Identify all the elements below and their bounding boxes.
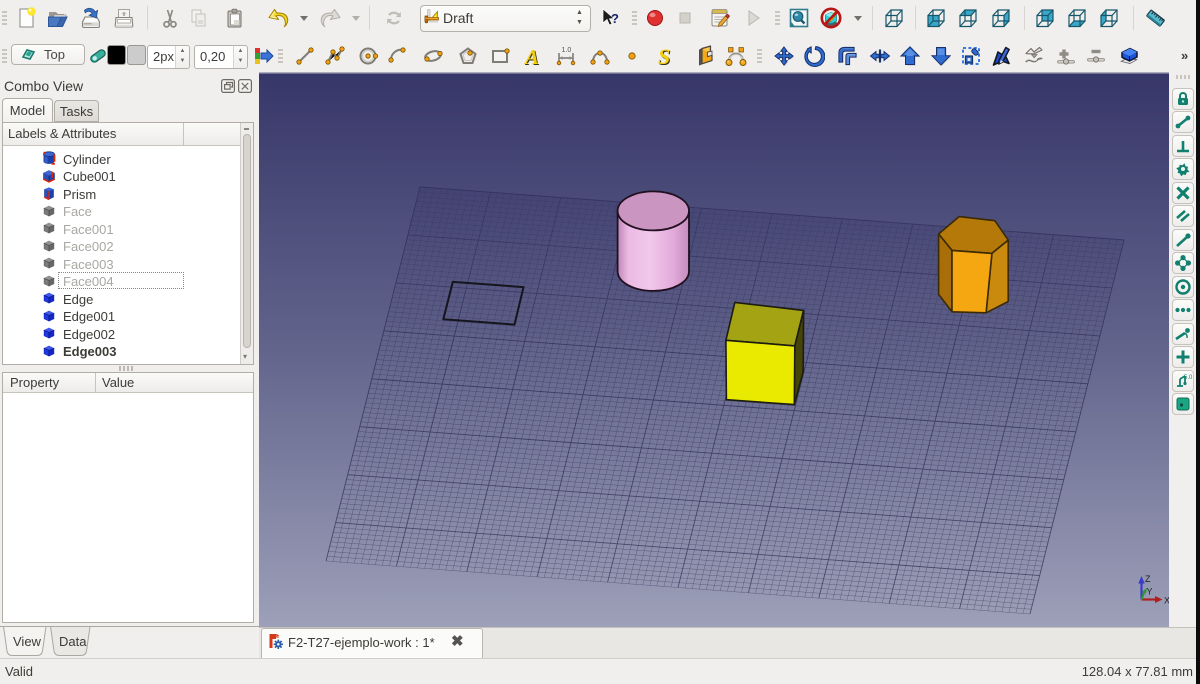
svg-text:Data: Data bbox=[59, 634, 87, 649]
svg-text:View: View bbox=[13, 634, 42, 649]
svg-text:Z: Z bbox=[1145, 574, 1151, 584]
svg-text:S: S bbox=[658, 44, 670, 68]
svg-text:5.0: 5.0 bbox=[1184, 375, 1193, 381]
svg-text:Y: Y bbox=[1147, 587, 1153, 597]
svg-text:?: ? bbox=[611, 11, 619, 26]
svg-text:A: A bbox=[523, 45, 539, 68]
svg-text:1.0: 1.0 bbox=[562, 47, 572, 54]
